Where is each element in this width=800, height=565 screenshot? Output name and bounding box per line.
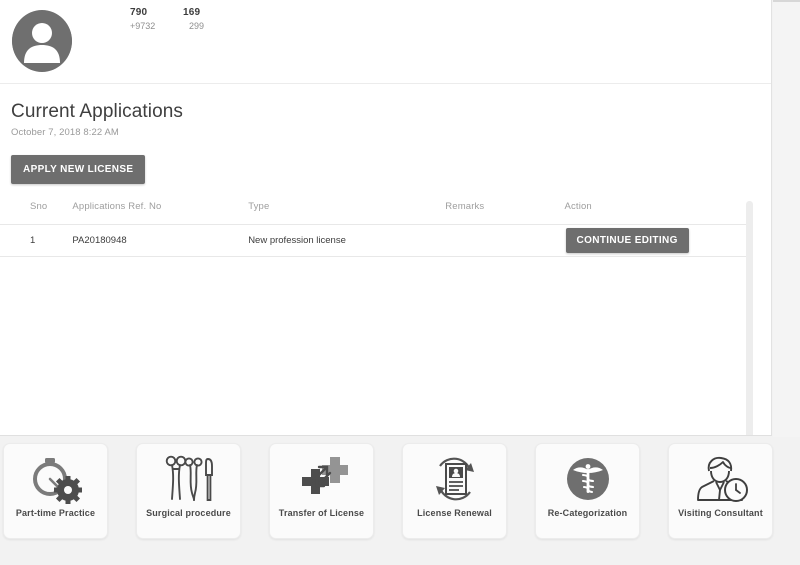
main-panel: 790 +9732 169 299 Current Applications O… [0, 0, 772, 436]
apply-new-license-button[interactable]: APPLY NEW LICENSE [11, 155, 146, 184]
column-header-sno: Sno [30, 201, 48, 212]
service-card-label: License Renewal [417, 508, 492, 518]
column-header-action: Action [564, 201, 592, 212]
profile-stat-sub: +9732 [130, 21, 156, 31]
table-row[interactable]: 1 PA20180948 New profession license CONT… [0, 224, 751, 257]
profile-stat-1: 169 299 [183, 6, 220, 38]
avatar[interactable] [12, 10, 72, 72]
service-card-license-renewal[interactable]: License Renewal [402, 443, 507, 539]
continue-editing-button[interactable]: CONTINUE EDITING [565, 228, 689, 253]
user-avatar-icon [12, 11, 72, 71]
service-card-part-time-practice[interactable]: Part-time Practice [3, 443, 108, 539]
service-card-label: Transfer of License [278, 508, 365, 518]
right-gutter [773, 0, 800, 437]
profile-stat-sub: 299 [189, 21, 205, 31]
table-header-row: Sno Applications Ref. No Type Remarks Ac… [0, 201, 751, 225]
stopwatch-gear-icon [28, 444, 84, 508]
cell-ref-no: PA20180948 [72, 224, 249, 257]
service-card-label: Re-Categorization [547, 508, 628, 518]
applications-table: Sno Applications Ref. No Type Remarks Ac… [0, 201, 751, 257]
applications-section: Current Applications October 7, 2018 8:2… [0, 84, 771, 435]
id-card-renew-icon [428, 444, 482, 508]
cell-type: New profession license [248, 224, 446, 257]
service-card-visiting-consultant[interactable]: Visiting Consultant [668, 443, 773, 539]
cell-remarks [445, 224, 565, 257]
service-card-label: Visiting Consultant [678, 508, 763, 518]
caduceus-icon [562, 444, 614, 508]
consultant-clock-icon [692, 444, 750, 508]
column-header-ref-no: Applications Ref. No [72, 201, 162, 212]
column-header-type: Type [248, 201, 270, 212]
surgical-instruments-icon [161, 444, 217, 508]
service-card-label: Surgical procedure [146, 508, 231, 518]
profile-stat-value: 790 [130, 7, 148, 18]
profile-header: 790 +9732 169 299 [0, 0, 771, 84]
service-cards: Part-time Practice Surgical procedure Tr… [0, 443, 800, 565]
application-page: 790 +9732 169 299 Current Applications O… [0, 0, 800, 565]
service-card-surgical-procedure[interactable]: Surgical procedure [136, 443, 241, 539]
cell-action: CONTINUE EDITING [564, 224, 751, 257]
cell-sno: 1 [0, 224, 73, 257]
service-card-re-categorization[interactable]: Re-Categorization [535, 443, 640, 539]
timestamp: October 7, 2018 8:22 AM [11, 127, 119, 138]
table-scrollbar-thumb[interactable] [746, 201, 753, 435]
profile-stat-value: 169 [183, 7, 201, 18]
column-header-remarks: Remarks [445, 201, 485, 212]
service-card-label: Part-time Practice [15, 508, 96, 518]
service-card-transfer-of-license[interactable]: Transfer of License [269, 443, 374, 539]
profile-stat-0: 790 +9732 [130, 6, 167, 38]
transfer-cross-arrows-icon [294, 444, 350, 508]
page-title: Current Applications [11, 101, 184, 122]
profile-stats: 790 +9732 169 299 [130, 6, 220, 38]
applications-table-wrapper: Sno Applications Ref. No Type Remarks Ac… [0, 201, 771, 435]
table-scrollbar[interactable] [746, 201, 753, 435]
